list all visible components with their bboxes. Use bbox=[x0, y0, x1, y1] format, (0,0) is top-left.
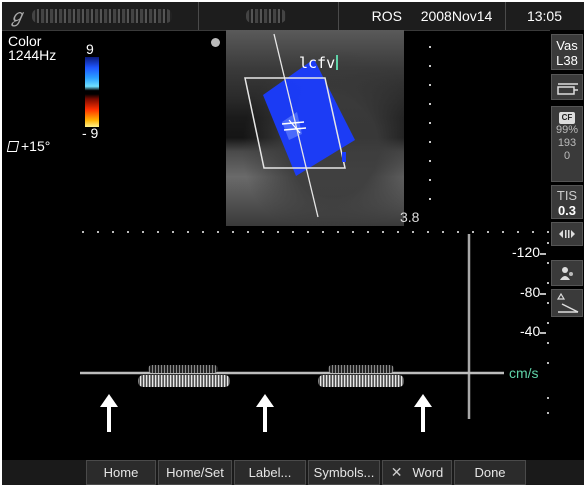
arrow-markers bbox=[100, 394, 432, 432]
patient-icon-box[interactable] bbox=[551, 260, 583, 286]
doppler-overlay bbox=[244, 33, 355, 218]
color-flow-edge bbox=[342, 152, 346, 162]
patient-icon bbox=[560, 267, 573, 280]
probe-name: L38 bbox=[556, 53, 578, 68]
velocity-unit: cm/s bbox=[509, 365, 539, 381]
velocity-tick-label: -120 bbox=[512, 244, 541, 260]
color-flow-region bbox=[263, 59, 355, 176]
velocity-tick-label: -40 bbox=[520, 323, 541, 339]
tis-box: TIS 0.3 bbox=[551, 185, 583, 219]
time-tick-row bbox=[82, 231, 549, 233]
angle-correct-icon bbox=[556, 292, 579, 313]
up-arrow-icon bbox=[256, 394, 274, 432]
text-cursor bbox=[336, 55, 339, 70]
color-flow-params[interactable]: CF 99% 193 0 bbox=[551, 106, 583, 182]
tis-label: TIS bbox=[556, 188, 578, 203]
home-set-button[interactable]: Home/Set bbox=[158, 460, 232, 485]
word-button-label: Word bbox=[412, 465, 444, 480]
close-icon: ✕ bbox=[390, 464, 403, 480]
annotation-label: lcfv bbox=[299, 54, 336, 72]
cf-value-2: 0 bbox=[563, 150, 571, 162]
exam-probe-box[interactable]: Vas L38 bbox=[551, 34, 583, 70]
doppler-waveform-2 bbox=[318, 365, 404, 387]
probe-icon-box[interactable] bbox=[551, 74, 583, 100]
sweep-speed-icon bbox=[559, 230, 575, 238]
done-button[interactable]: Done bbox=[454, 460, 526, 485]
exam-type: Vas bbox=[556, 38, 578, 53]
word-button[interactable]: ✕ Word bbox=[382, 460, 452, 485]
cf-badge: CF bbox=[558, 112, 576, 124]
velocity-tick-column bbox=[540, 242, 549, 414]
angle-correct-box[interactable] bbox=[551, 289, 583, 317]
label-button[interactable]: Label... bbox=[234, 460, 306, 485]
sweep-speed-box[interactable] bbox=[551, 222, 583, 246]
probe-icon bbox=[557, 83, 578, 95]
spectral-doppler bbox=[80, 231, 549, 432]
up-arrow-icon bbox=[100, 394, 118, 432]
side-panel: Vas L38 CF 99% 193 0 TIS 0.3 bbox=[550, 30, 584, 464]
doppler-waveform-1 bbox=[138, 365, 230, 387]
ultrasound-screen: ℊ ROS 2008Nov14 13:05 Color 1244Hz +15° … bbox=[2, 2, 584, 485]
velocity-tick-label: -80 bbox=[520, 284, 541, 300]
cf-gain: 99% bbox=[555, 124, 579, 136]
cf-value-1: 193 bbox=[557, 137, 577, 149]
up-arrow-icon bbox=[414, 394, 432, 432]
tis-value: 0.3 bbox=[557, 203, 577, 218]
home-button[interactable]: Home bbox=[86, 460, 156, 485]
annotation-text: lcfv bbox=[299, 54, 339, 72]
symbols-button[interactable]: Symbols... bbox=[308, 460, 380, 485]
